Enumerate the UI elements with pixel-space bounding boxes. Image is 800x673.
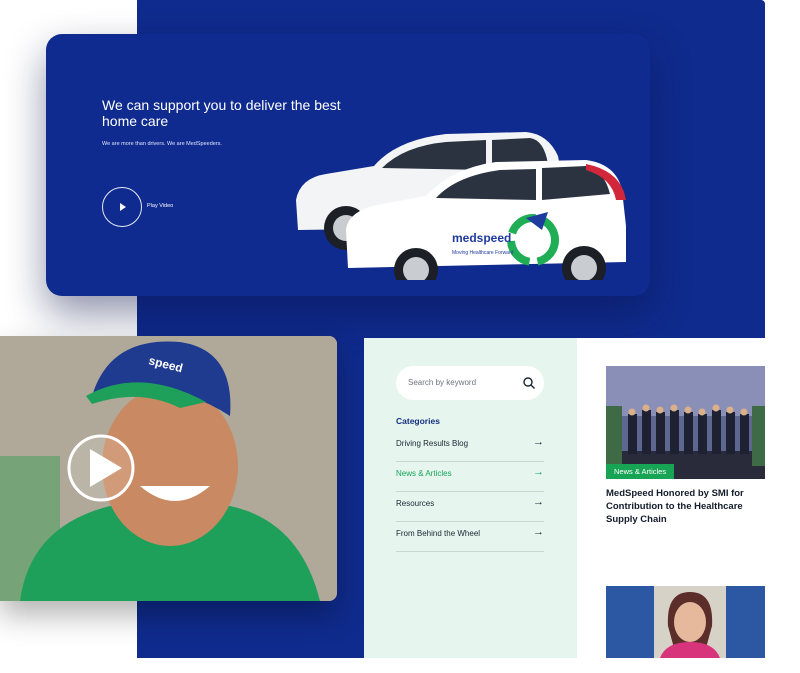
hero-card: We can support you to deliver the best h… xyxy=(46,34,650,296)
arrow-right-icon: → xyxy=(533,436,544,448)
news-image-awards[interactable] xyxy=(606,366,765,479)
news-image-portrait[interactable] xyxy=(606,586,765,658)
hero-subtitle: We are more than drivers. We are MedSpee… xyxy=(102,141,222,147)
category-label: Driving Results Blog xyxy=(396,439,469,448)
portrait-photo xyxy=(606,586,765,658)
awards-photo xyxy=(606,366,765,479)
category-label: Resources xyxy=(396,499,435,508)
car-tagline: Moving Healthcare Forward xyxy=(452,250,514,256)
driver-photo: speed xyxy=(0,336,337,601)
play-icon xyxy=(120,203,126,211)
arrow-right-icon: → xyxy=(533,466,544,478)
search-box[interactable]: Search by keyword xyxy=(396,366,544,400)
cars-illustration: medspeed Moving Healthcare Forward xyxy=(296,132,626,280)
category-from-behind-the-wheel[interactable]: From Behind the Wheel → xyxy=(396,523,544,552)
category-resources[interactable]: Resources → xyxy=(396,493,544,522)
car-brand: medspeed xyxy=(452,231,511,245)
category-driving-results-blog[interactable]: Driving Results Blog → xyxy=(396,433,544,462)
play-video-label[interactable]: Play Video xyxy=(147,203,173,209)
arrow-right-icon: → xyxy=(533,496,544,508)
search-icon[interactable] xyxy=(522,376,536,390)
category-news-articles[interactable]: News & Articles → xyxy=(396,463,544,492)
arrow-right-icon: → xyxy=(533,526,544,538)
category-label: News & Articles xyxy=(396,469,452,478)
search-input[interactable]: Search by keyword xyxy=(408,378,476,387)
hero-title: We can support you to deliver the best h… xyxy=(102,97,341,129)
news-title[interactable]: MedSpeed Honored by SMI for Contribution… xyxy=(606,487,765,526)
news-category-badge[interactable]: News & Articles xyxy=(606,464,675,479)
categories-heading: Categories xyxy=(396,416,440,426)
category-label: From Behind the Wheel xyxy=(396,529,481,538)
driver-photo-card[interactable]: speed xyxy=(0,336,337,601)
categories-sidebar: Search by keyword Categories Driving Res… xyxy=(364,338,577,658)
